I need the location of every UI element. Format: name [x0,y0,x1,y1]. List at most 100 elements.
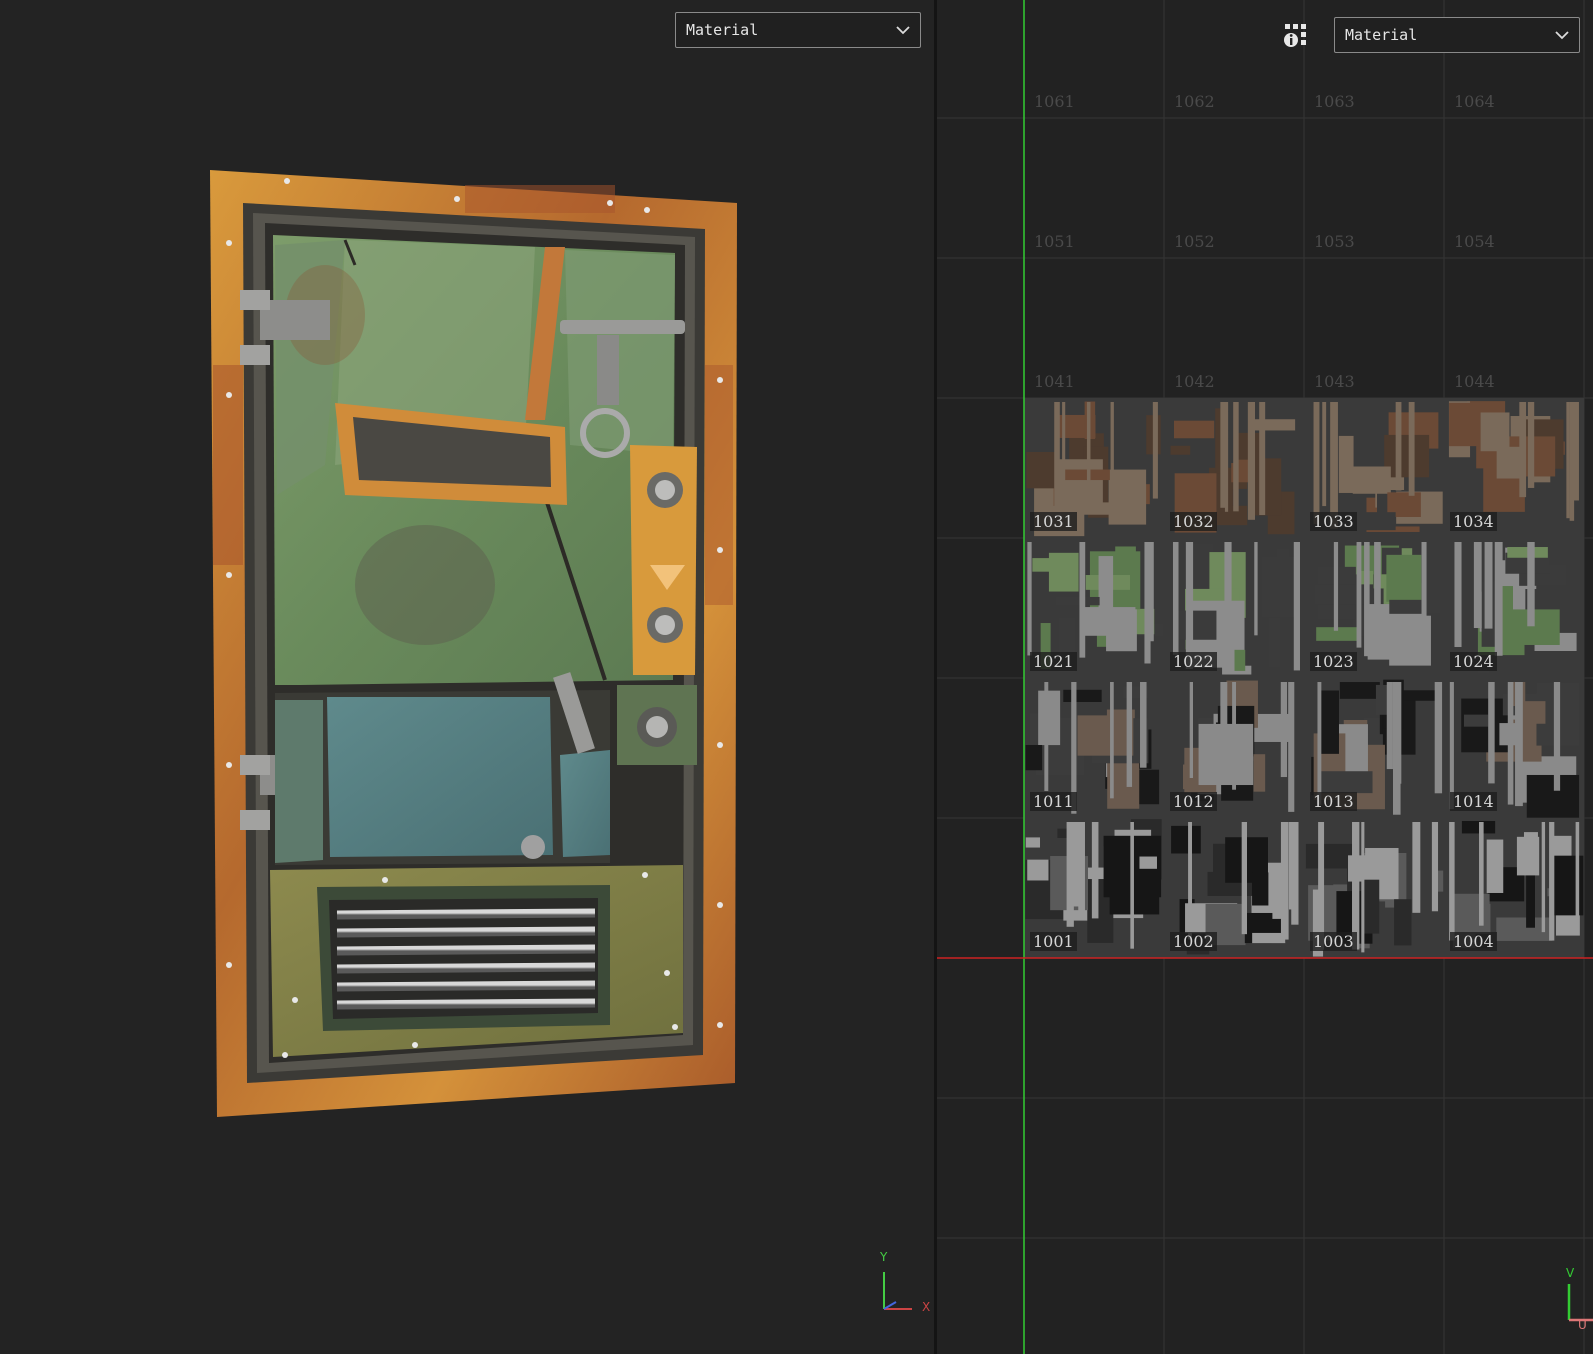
uv-island-strip [1144,542,1151,664]
uv-island-strip [1519,402,1527,498]
uv-island-strip [1454,542,1462,648]
uv-island [1062,469,1110,481]
uv-island-strip [1494,542,1503,656]
udim-grid-label: 1053 [1314,232,1355,251]
uv-island-strip [1397,682,1402,784]
udim-tile-label: 1033 [1310,512,1357,531]
uv-island-strip [1479,822,1484,926]
uv-island [1025,837,1041,848]
uv-island-strip [1408,402,1415,496]
uv-island-strip [1421,542,1427,638]
udim-grid-label: 1061 [1034,92,1075,111]
uv-island-strip [1293,542,1300,671]
3d-viewport[interactable]: Material Y X [0,0,934,1354]
uv-island [1025,744,1043,771]
uv-island-strip [1527,402,1535,488]
uv-island [1139,856,1157,869]
uv-island [1193,438,1235,464]
uv-island-strip [1566,402,1570,519]
uv-island [1486,839,1504,893]
3d-axis-x-label: X [922,1300,931,1314]
uv-island-strip [1188,822,1193,940]
chevron-down-icon [896,26,910,35]
uv-island [1252,419,1296,431]
uv-island [1098,556,1114,616]
uv-island-strip [1507,682,1514,805]
uv-island [1173,420,1215,439]
uv-island [1173,610,1217,640]
uv-island-strip [1484,542,1493,629]
uv-island [1389,599,1441,614]
uv-island-strip [1062,402,1066,524]
uv-island-strip [1288,682,1295,812]
uv-island-strip [1374,542,1381,635]
uv-island-strip [1553,682,1561,791]
uv-island-strip [1431,822,1439,912]
uv-island-strip [1352,822,1360,950]
uv-axis-u-label: U [1578,1318,1587,1332]
uv-island-strip [1449,822,1455,941]
uv-island [1463,468,1484,518]
uv-island-strip [1488,682,1495,784]
uv-island-strip [1313,402,1320,525]
udim-tile-label: 1012 [1170,792,1217,811]
uv-island [1386,554,1422,602]
uv-island-strip [1220,682,1228,781]
uv-island-strip [1259,402,1266,516]
uv-island-strip [1070,822,1079,907]
uv-island-strip [1527,542,1535,627]
uv-island-strip [1361,822,1365,953]
uv-island-strip [1126,682,1133,787]
udim-grid-label: 1064 [1454,92,1495,111]
uv-island-strip [1395,402,1402,491]
uv-island-strip [1086,402,1091,495]
uv-island-strip [1247,402,1256,520]
uv-island [1319,771,1373,794]
uv-island-strip [1172,542,1179,655]
uv-material-dropdown[interactable]: Material [1334,17,1580,53]
uv-island-strip [1152,402,1158,499]
3d-material-dropdown-label: Material [686,21,759,39]
udim-tile-label: 1031 [1030,512,1077,531]
uv-island-strip [1224,542,1232,647]
uv-island-strip [1473,542,1482,629]
udim-tile-label: 1013 [1310,792,1357,811]
udim-tile-label: 1011 [1030,792,1077,811]
door-model[interactable] [205,165,765,1145]
uv-island-strip [1110,402,1114,487]
uv-island [1339,682,1380,699]
3d-material-dropdown[interactable]: Material [675,12,921,48]
udim-tile-label: 1032 [1170,512,1217,531]
uv-island [1338,435,1354,493]
uv-island-strip [1079,542,1086,658]
uv-island-strip [1356,542,1362,648]
uv-island [1365,512,1396,531]
uv-island [1526,774,1580,818]
layout-grid-icon[interactable] [1283,22,1311,50]
udim-tile-label: 1003 [1310,932,1357,951]
uv-island [1253,754,1266,792]
udim-grid-label: 1052 [1174,232,1215,251]
udim-tile-label: 1021 [1030,652,1077,671]
uv-island-strip [1449,682,1454,810]
uv-island-strip [1130,822,1134,949]
uv-island [1063,689,1102,702]
uv-island-strip [1185,542,1194,669]
uv-island-strip [1091,822,1099,919]
3d-axis-gizmo-icon [883,1272,912,1310]
uv-island [1516,836,1540,876]
uv-viewport[interactable]: 1031 1032 1033 1034 1021 1022 1023 1024 1011 1012… [937,0,1593,1354]
udim-grid-label: 1051 [1034,232,1075,251]
uv-island-strip [1027,542,1032,656]
uv-island-strip [1140,682,1147,768]
uv-island [1171,825,1201,854]
uv-island [1449,402,1483,447]
uv-island-strip [1569,402,1575,521]
uv-island [1352,466,1391,494]
uv-grid [937,0,1593,1354]
uv-island [1252,872,1269,906]
uv-island [1234,649,1246,671]
uv-island [1027,859,1049,881]
uv-island [1261,556,1298,618]
uv-island-strip [1280,822,1289,940]
